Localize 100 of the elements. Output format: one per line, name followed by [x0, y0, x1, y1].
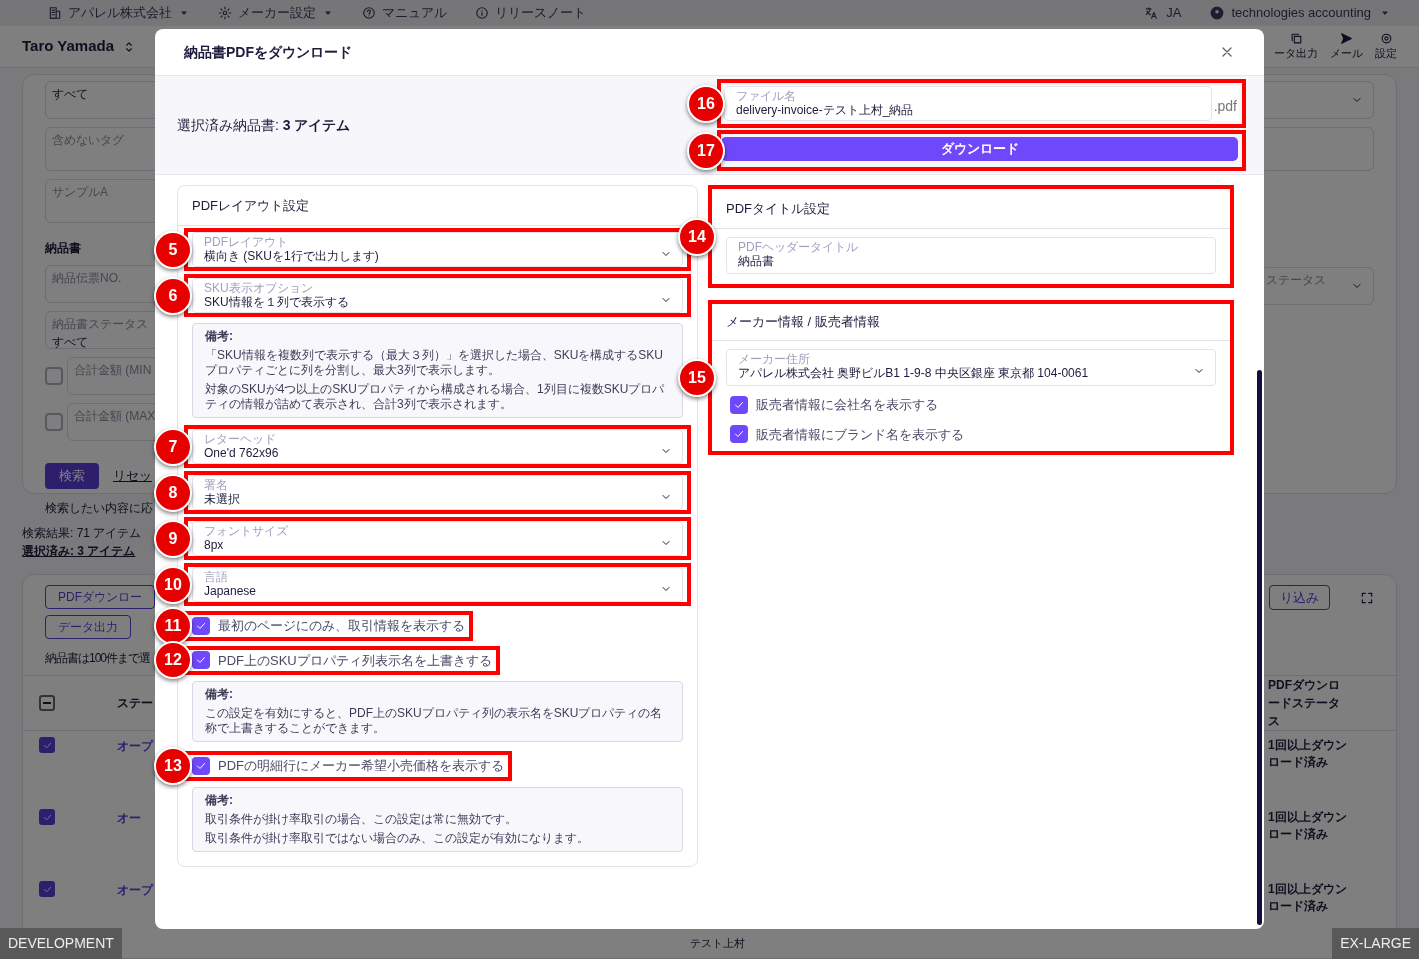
checkbox-option[interactable]: 販売者情報にブランド名を表示する — [726, 423, 968, 445]
note-text: 取引条件が掛け率取引ではない場合のみ、この設定が有効になります。 — [205, 830, 590, 846]
note-text: 「SKU情報を複数列で表示する（最大３列）」を選択した場合、SKUを構成するSKUプロパティごとに列を分割し、最大3列で表示します。 — [205, 348, 665, 378]
callout-badge: 12 — [154, 641, 192, 680]
callout-badge: 10 — [154, 565, 192, 604]
section-heading: 納品書 — [45, 240, 81, 257]
help-icon — [362, 6, 376, 20]
checkbox[interactable] — [192, 616, 210, 635]
text-field[interactable]: ファイル名 delivery-invoice-テスト上村_納品 — [724, 86, 1212, 122]
user-icon — [1209, 6, 1224, 20]
checkbox[interactable] — [39, 695, 55, 711]
field-value: アパレル株式会社 奥野ビルB1 1-9-8 中央区銀座 東京都 104-0061 — [738, 366, 1089, 381]
account-menu[interactable]: technologies accounting — [1209, 3, 1391, 23]
select-field[interactable]: レターヘッド One'd 762x96 — [192, 429, 683, 464]
checkbox-option[interactable]: 販売者情報に会社名を表示する — [726, 394, 942, 416]
callout-badge: 9 — [154, 519, 192, 558]
checkbox[interactable] — [45, 413, 63, 431]
status-link[interactable]: オープ — [117, 737, 153, 755]
download-button[interactable]: ダウンロード — [721, 136, 1238, 161]
select-field[interactable]: SKU表示オプション SKU情報を１列で表示する — [192, 278, 683, 313]
environment-badge: DEVELOPMENT — [0, 928, 122, 959]
field-label: PDFレイアウト — [204, 236, 288, 249]
field-value: すべて — [52, 86, 88, 103]
building-icon — [48, 6, 62, 20]
toolbar-button[interactable]: データ出力 — [45, 615, 131, 639]
modal-title: 納品書PDFをダウンロード — [184, 42, 353, 62]
select-field[interactable]: PDFレイアウト 横向き (SKUを1行で出力します) — [192, 232, 683, 267]
hint-text: 検索したい内容に応 — [45, 499, 153, 517]
field-label: ファイル名 — [736, 90, 796, 104]
toolbar-button[interactable]: メール — [1330, 31, 1363, 62]
language-menu[interactable]: JA — [1144, 3, 1182, 23]
copy-icon — [1289, 31, 1303, 45]
note-text: この設定を有効にすると、PDF上のSKUプロパティ列の表示名をSKUプロパティの名称で上書きすることができます。 — [205, 706, 664, 736]
import-button[interactable]: り込み — [1269, 585, 1330, 610]
note-text: 対象のSKUが4つ以上のSKUプロパティから構成される場合、1列目に複数SKUプロパティの情報が詰めて表示され、合計3列で表示されます。 — [205, 382, 666, 412]
field-value: 納品書 — [738, 254, 774, 269]
callout-badge: 7 — [154, 427, 192, 466]
note-text: 納品書は100件まで選 — [45, 650, 151, 667]
checkbox[interactable] — [45, 367, 63, 385]
translate-icon — [1144, 6, 1159, 20]
note-title: 備考: — [205, 687, 233, 702]
file-extension: .pdf — [1212, 97, 1238, 117]
text-field[interactable]: PDFヘッダータイトル 納品書 — [726, 237, 1216, 274]
environment-badge: EX-LARGE — [1332, 928, 1419, 959]
field-value: One'd 762x96 — [204, 446, 279, 461]
field-label: メーカー住所 — [738, 353, 810, 366]
callout-badge: 16 — [687, 84, 725, 123]
info-icon — [475, 6, 489, 20]
field-label: レターヘッド — [204, 433, 276, 446]
field-value: 横向き (SKUを1行で出力します) — [204, 249, 379, 264]
select-field[interactable]: メーカー住所 アパレル株式会社 奥野ビルB1 1-9-8 中央区銀座 東京都 104-0061 — [726, 349, 1216, 386]
table-cell-text: 1回以上ダウンロード済み — [1267, 809, 1348, 843]
send-icon — [1340, 31, 1353, 45]
selected-count: 選択済み: 3 アイテム — [22, 543, 136, 560]
field-label: PDFヘッダータイトル — [738, 241, 858, 254]
table-cell-text: 1回以上ダウンロード済み — [1267, 881, 1348, 915]
table-cell-text: 1回以上ダウンロード済み — [1267, 737, 1348, 771]
expand-icon — [1360, 591, 1374, 605]
reset-link[interactable]: リセッ — [113, 466, 152, 486]
result-count: 検索結果: 71 アイテム — [22, 525, 142, 542]
callout-badge: 17 — [687, 131, 725, 170]
select-field[interactable]: 署名 未選択 — [192, 475, 683, 510]
status-link[interactable]: オープ — [117, 881, 153, 899]
checkbox[interactable] — [39, 809, 55, 825]
field-label: 署名 — [204, 479, 228, 492]
search-button[interactable]: 検索 — [45, 463, 99, 489]
checkbox[interactable] — [730, 425, 748, 444]
scrollbar[interactable] — [1257, 370, 1262, 925]
field-label: 言語 — [204, 571, 228, 584]
toolbar-button[interactable]: ータ出力 — [1274, 31, 1318, 62]
menu-item[interactable]: リリースノート — [475, 3, 586, 23]
select-field[interactable]: 言語 Japanese — [192, 567, 683, 602]
menu-item[interactable]: マニュアル — [362, 3, 447, 23]
checkbox[interactable] — [192, 756, 210, 775]
field-label: SKU表示オプション — [204, 282, 313, 295]
field-value: 未選択 — [204, 492, 240, 507]
note-title: 備考: — [205, 329, 233, 344]
checkbox[interactable] — [730, 395, 748, 414]
checkbox[interactable] — [39, 881, 55, 897]
callout-badge: 13 — [154, 746, 192, 785]
callout-badge: 14 — [678, 217, 716, 256]
field-value: delivery-invoice-テスト上村_納品 — [736, 103, 914, 119]
toolbar-button[interactable]: 設定 — [1375, 31, 1397, 62]
note-text: 取引条件が掛け率取引の場合、この設定は常に無効です。 — [205, 811, 518, 827]
status-link[interactable]: オー — [117, 809, 141, 827]
checkbox[interactable] — [192, 651, 210, 670]
table-cell-text: テスト上村 — [690, 936, 745, 951]
card-title: メーカー情報 / 販売者情報 — [726, 313, 880, 332]
menu-item[interactable]: アパレル株式会社 — [48, 3, 190, 23]
field-value: Japanese — [204, 584, 257, 599]
selection-summary: 選択済み納品書: 3 アイテム — [177, 115, 352, 135]
menu-item[interactable]: メーカー設定 — [218, 3, 334, 23]
user-switcher[interactable]: Taro Yamada — [22, 35, 136, 58]
column-header: PDFダウンロードステータス — [1267, 677, 1341, 730]
select-field[interactable]: フォントサイズ 8px — [192, 521, 683, 556]
callout-badge: 11 — [154, 606, 192, 645]
toolbar-button[interactable]: PDFダウンロー — [45, 585, 155, 609]
checkbox[interactable] — [39, 737, 55, 753]
callout-badge: 6 — [154, 276, 192, 315]
field-label: フォントサイズ — [204, 525, 288, 538]
